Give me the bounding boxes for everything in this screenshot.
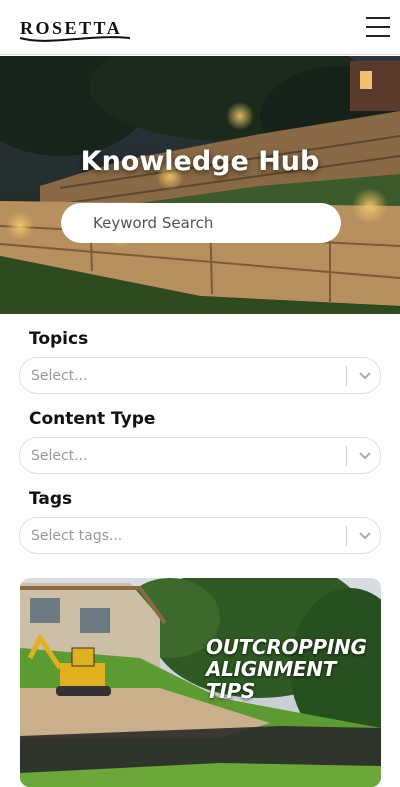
article-card-title: OUTCROPPING ALIGNMENT TIPS	[206, 636, 367, 702]
article-card[interactable]: OUTCROPPING ALIGNMENT TIPS	[20, 578, 381, 787]
content-type-select-placeholder: Select...	[31, 448, 88, 464]
content-type-label: Content Type	[29, 409, 156, 429]
article-card-title-line: TIPS	[206, 679, 255, 703]
keyword-search-input[interactable]	[61, 203, 341, 243]
rosetta-logo[interactable]: ROSETTA	[18, 12, 134, 44]
hero-banner: Knowledge Hub	[0, 56, 400, 314]
select-separator	[346, 526, 347, 546]
logo-text: ROSETTA	[20, 18, 123, 38]
tags-label: Tags	[29, 489, 73, 509]
chevron-down-icon[interactable]	[357, 367, 373, 383]
tags-select[interactable]: Select tags...	[19, 517, 381, 554]
topics-label: Topics	[29, 329, 89, 349]
topics-select[interactable]: Select...	[19, 357, 381, 394]
hamburger-menu-icon[interactable]	[364, 15, 392, 39]
content-type-select[interactable]: Select...	[19, 437, 381, 474]
topics-select-placeholder: Select...	[31, 368, 88, 384]
select-separator	[346, 446, 347, 466]
select-separator	[346, 366, 347, 386]
tags-select-placeholder: Select tags...	[31, 528, 123, 544]
article-card-title-line: OUTCROPPING	[206, 635, 367, 659]
page-title: Knowledge Hub	[80, 146, 320, 177]
article-card-title-line: ALIGNMENT	[206, 657, 337, 681]
site-header: ROSETTA	[0, 0, 400, 55]
chevron-down-icon[interactable]	[357, 447, 373, 463]
chevron-down-icon[interactable]	[357, 527, 373, 543]
hero-background-image	[0, 56, 400, 314]
